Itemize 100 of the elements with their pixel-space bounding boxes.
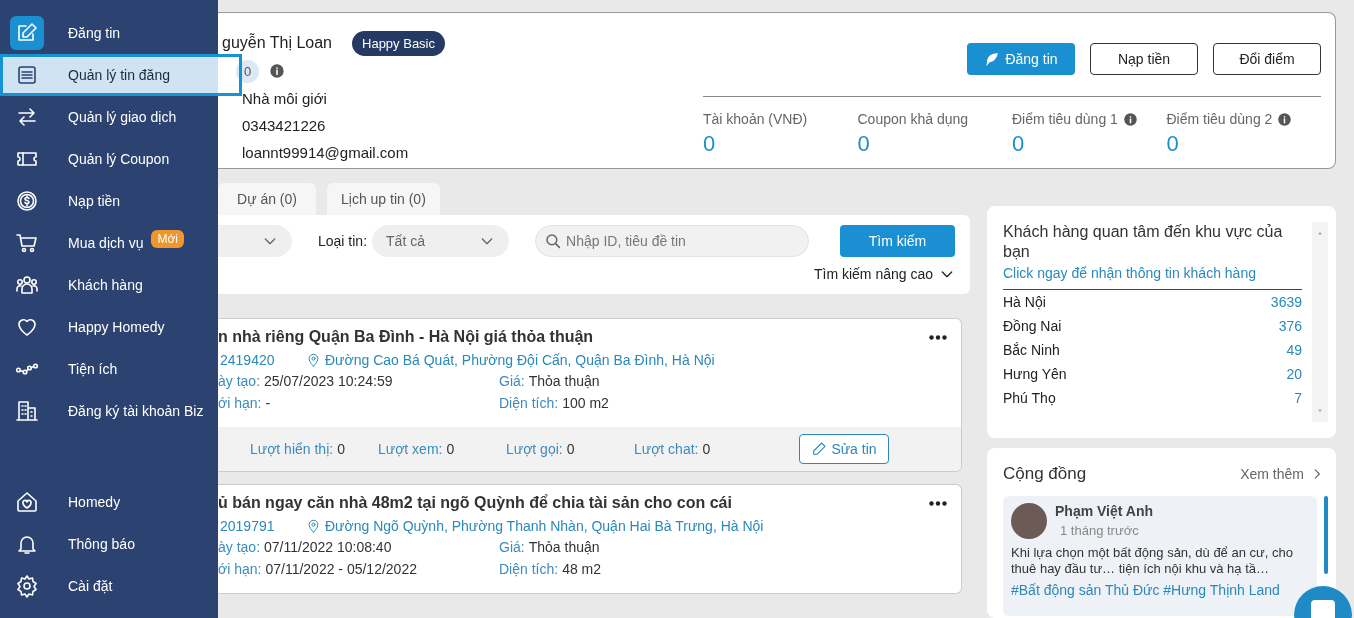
field-label: Diện tích: bbox=[499, 561, 559, 577]
card-title: Cộng đồng bbox=[1003, 464, 1087, 484]
listing-title[interactable]: ủ bán ngay căn nhà 48m2 tại ngõ Quỳnh để chia tài sản cho con cái bbox=[218, 494, 732, 512]
location-pin-icon bbox=[306, 518, 321, 534]
sidebar-item[interactable]: Đăng tin bbox=[0, 12, 218, 54]
scroll-up-icon bbox=[1316, 230, 1324, 236]
field-label: ới hạn: bbox=[218, 561, 262, 577]
people-icon bbox=[15, 273, 39, 297]
field-value: 100 m2 bbox=[562, 395, 609, 411]
stat-value: 0 bbox=[703, 131, 717, 157]
sidebar-item[interactable]: Tiện ích bbox=[0, 348, 218, 390]
see-more-link[interactable]: Xem thêm bbox=[1240, 466, 1324, 482]
field-value: Thỏa thuận bbox=[528, 539, 600, 555]
info-icon bbox=[269, 63, 286, 79]
scrollbar[interactable] bbox=[1324, 496, 1328, 574]
type-dropdown[interactable]: Tất cả bbox=[372, 225, 510, 257]
area-name: Đồng Nai bbox=[1003, 318, 1062, 334]
author-name[interactable]: Phạm Việt Anh bbox=[1055, 503, 1154, 519]
user-name: guyễn Thị Loan bbox=[222, 34, 332, 52]
hashtags[interactable]: #Bất động sản Thủ Đức #Hưng Thịnh Land bbox=[1011, 582, 1280, 598]
search-button[interactable]: Tìm kiếm bbox=[840, 225, 955, 257]
gear-icon bbox=[15, 574, 39, 598]
stat-label: Lượt hiển thị: bbox=[250, 441, 334, 457]
field-value: 48 m2 bbox=[562, 561, 602, 577]
sidebar-item[interactable]: Mua dịch vụ Mới bbox=[0, 222, 218, 264]
email-text: loannt99914@gmail.com bbox=[242, 143, 410, 163]
advanced-search-link[interactable]: Tìm kiếm nâng cao bbox=[813, 266, 955, 282]
info-icon bbox=[1277, 111, 1293, 127]
search-field[interactable]: Nhập ID, tiêu đề tin bbox=[535, 225, 810, 257]
field-label: ày tạo: bbox=[218, 373, 261, 389]
more-dots-icon bbox=[929, 500, 947, 506]
filter-label: Loại tin: bbox=[318, 233, 368, 249]
buildings-icon bbox=[15, 399, 39, 423]
field-value: 07/11/2022 - 05/12/2022 bbox=[265, 561, 417, 577]
field-label: ới hạn: bbox=[218, 395, 262, 411]
post-button[interactable]: Đăng tin bbox=[967, 43, 1075, 75]
field-label: Diện tích: bbox=[499, 395, 559, 411]
field-value: Thỏa thuận bbox=[528, 373, 600, 389]
sidebar-item[interactable]: Thông báo bbox=[0, 523, 218, 565]
stat-value: 0 bbox=[702, 441, 711, 457]
list-icon bbox=[15, 63, 39, 87]
avatar bbox=[1011, 503, 1047, 539]
info-icon bbox=[1122, 111, 1138, 127]
stat-value: 0 bbox=[337, 441, 345, 457]
feather-icon bbox=[984, 51, 1001, 67]
stat-value: 0 bbox=[566, 441, 575, 457]
sidebar-item[interactable]: Homedy bbox=[0, 481, 218, 523]
location-pin-icon bbox=[306, 352, 321, 368]
sidebar-item[interactable]: Happy Homedy bbox=[0, 306, 218, 348]
stat-label: Coupon khả dụng bbox=[857, 111, 969, 127]
stat-value: 0 bbox=[446, 441, 455, 457]
area-count: 376 bbox=[1278, 318, 1302, 334]
area-name: Hưng Yên bbox=[1003, 366, 1067, 382]
area-count: 20 bbox=[1286, 366, 1302, 382]
sidebar-item[interactable]: Khách hàng bbox=[0, 264, 218, 306]
sidebar-item[interactable]: Nạp tiền bbox=[0, 180, 218, 222]
address-text: Đường Ngõ Quỳnh, Phường Thanh Nhàn, Quận Hai Bà Trưng, Hà Nội bbox=[325, 518, 764, 534]
stat-label: Lượt gọi: bbox=[506, 441, 563, 457]
area-name: Bắc Ninh bbox=[1003, 342, 1060, 358]
dropdown[interactable] bbox=[218, 225, 292, 257]
post-text: Khi lựa chọn một bất động sản, dù để an cư, cho thuê hay đầu tư… tiện ích nội khu và hạ tầ… bbox=[1011, 545, 1294, 577]
edit-button[interactable]: Sửa tin bbox=[799, 434, 889, 464]
dollar-coin-icon bbox=[15, 189, 39, 213]
action-button[interactable]: Đổi điểm bbox=[1213, 43, 1321, 75]
post-time: 1 tháng trước bbox=[1059, 523, 1140, 538]
stat-value: 0 bbox=[1166, 131, 1180, 157]
action-button[interactable]: Nạp tiền bbox=[1090, 43, 1198, 75]
new-badge: Mới bbox=[151, 230, 184, 248]
stat-label: Lượt xem: bbox=[378, 441, 443, 457]
more-dots-icon bbox=[929, 334, 947, 340]
tab[interactable]: Lịch up tin (0) bbox=[327, 183, 440, 215]
sidebar-item[interactable]: Quản lý Coupon bbox=[0, 138, 218, 180]
stat-label: Điểm tiêu dùng 1 bbox=[1012, 111, 1118, 127]
field-label: Giá: bbox=[499, 539, 525, 555]
cart-icon bbox=[15, 231, 39, 255]
address-text: Đường Cao Bá Quát, Phường Đội Cấn, Quận Ba Đình, Hà Nội bbox=[325, 352, 715, 368]
swap-arrows-icon bbox=[15, 105, 39, 129]
link[interactable]: Click ngay để nhận thông tin khách hàng bbox=[1003, 265, 1302, 290]
listing-id: 2019791 bbox=[219, 518, 276, 534]
sidebar-item[interactable]: Đăng ký tài khoản Biz bbox=[0, 390, 218, 432]
sidebar-item[interactable]: Quản lý giao dịch bbox=[0, 96, 218, 138]
area-count: 49 bbox=[1286, 342, 1302, 358]
field-value: 07/11/2022 10:08:40 bbox=[264, 539, 392, 555]
sidebar-item[interactable]: Cài đặt bbox=[0, 565, 218, 607]
field-label: Giá: bbox=[499, 373, 525, 389]
area-name: Hà Nội bbox=[1003, 294, 1046, 310]
scroll-down-icon bbox=[1316, 408, 1324, 414]
points-pill: 0 bbox=[236, 59, 260, 83]
field-value: 25/07/2023 10:24:59 bbox=[264, 373, 393, 389]
area-name: Phú Thọ bbox=[1003, 390, 1056, 406]
sidebar-item[interactable]: Quản lý tin đăng bbox=[0, 54, 242, 96]
listing-title[interactable]: n nhà riêng Quận Ba Đình - Hà Nội giá thỏa thuận bbox=[218, 328, 594, 346]
tab[interactable]: Dự án (0) bbox=[218, 183, 316, 215]
house-heart-icon bbox=[15, 490, 39, 514]
membership-badge: Happy Basic bbox=[352, 30, 445, 56]
stat-value: 0 bbox=[857, 131, 871, 157]
scrollbar[interactable] bbox=[1312, 222, 1328, 422]
card-title: Khách hàng quan tâm đến khu vực của bạn bbox=[1003, 222, 1284, 262]
field-value: - bbox=[265, 395, 271, 411]
area-count: 7 bbox=[1294, 390, 1302, 406]
